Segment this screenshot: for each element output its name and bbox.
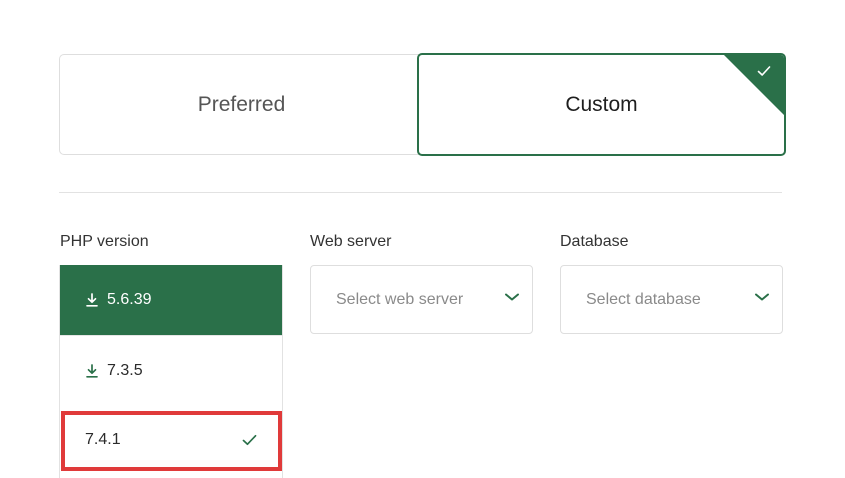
- selected-corner-flag: [724, 55, 784, 115]
- database-label: Database: [560, 233, 629, 250]
- environment-setup: Preferred Custom PHP version Web server …: [0, 0, 845, 478]
- checkmark-icon: [242, 434, 257, 446]
- php-version-option[interactable]: 5.6.39: [60, 265, 282, 335]
- php-version-list: 5.6.39 7.3.5 7.4.1: [59, 265, 283, 478]
- database-placeholder: Select database: [586, 290, 701, 308]
- php-version-text: 7.4.1: [85, 431, 121, 448]
- php-version-option[interactable]: 7.4.1: [61, 412, 281, 468]
- php-version-label: PHP version: [60, 233, 149, 250]
- php-version-option[interactable]: 7.3.5: [60, 335, 282, 405]
- php-version-text: 7.3.5: [107, 361, 143, 379]
- download-icon: [86, 363, 98, 378]
- web-server-select[interactable]: Select web server: [310, 265, 533, 334]
- tab-preferred[interactable]: Preferred: [59, 54, 423, 155]
- tab-custom-label: Custom: [565, 92, 638, 116]
- tab-custom[interactable]: Custom: [417, 53, 786, 156]
- database-select[interactable]: Select database: [560, 265, 783, 334]
- tab-preferred-label: Preferred: [197, 92, 286, 116]
- section-divider: [59, 192, 782, 193]
- web-server-label: Web server: [310, 233, 392, 250]
- web-server-placeholder: Select web server: [336, 290, 464, 308]
- chevron-down-icon: [505, 293, 519, 300]
- download-icon: [86, 293, 98, 307]
- chevron-down-icon: [755, 293, 769, 300]
- checkmark-icon: [757, 66, 771, 76]
- php-version-text: 5.6.39: [107, 291, 152, 308]
